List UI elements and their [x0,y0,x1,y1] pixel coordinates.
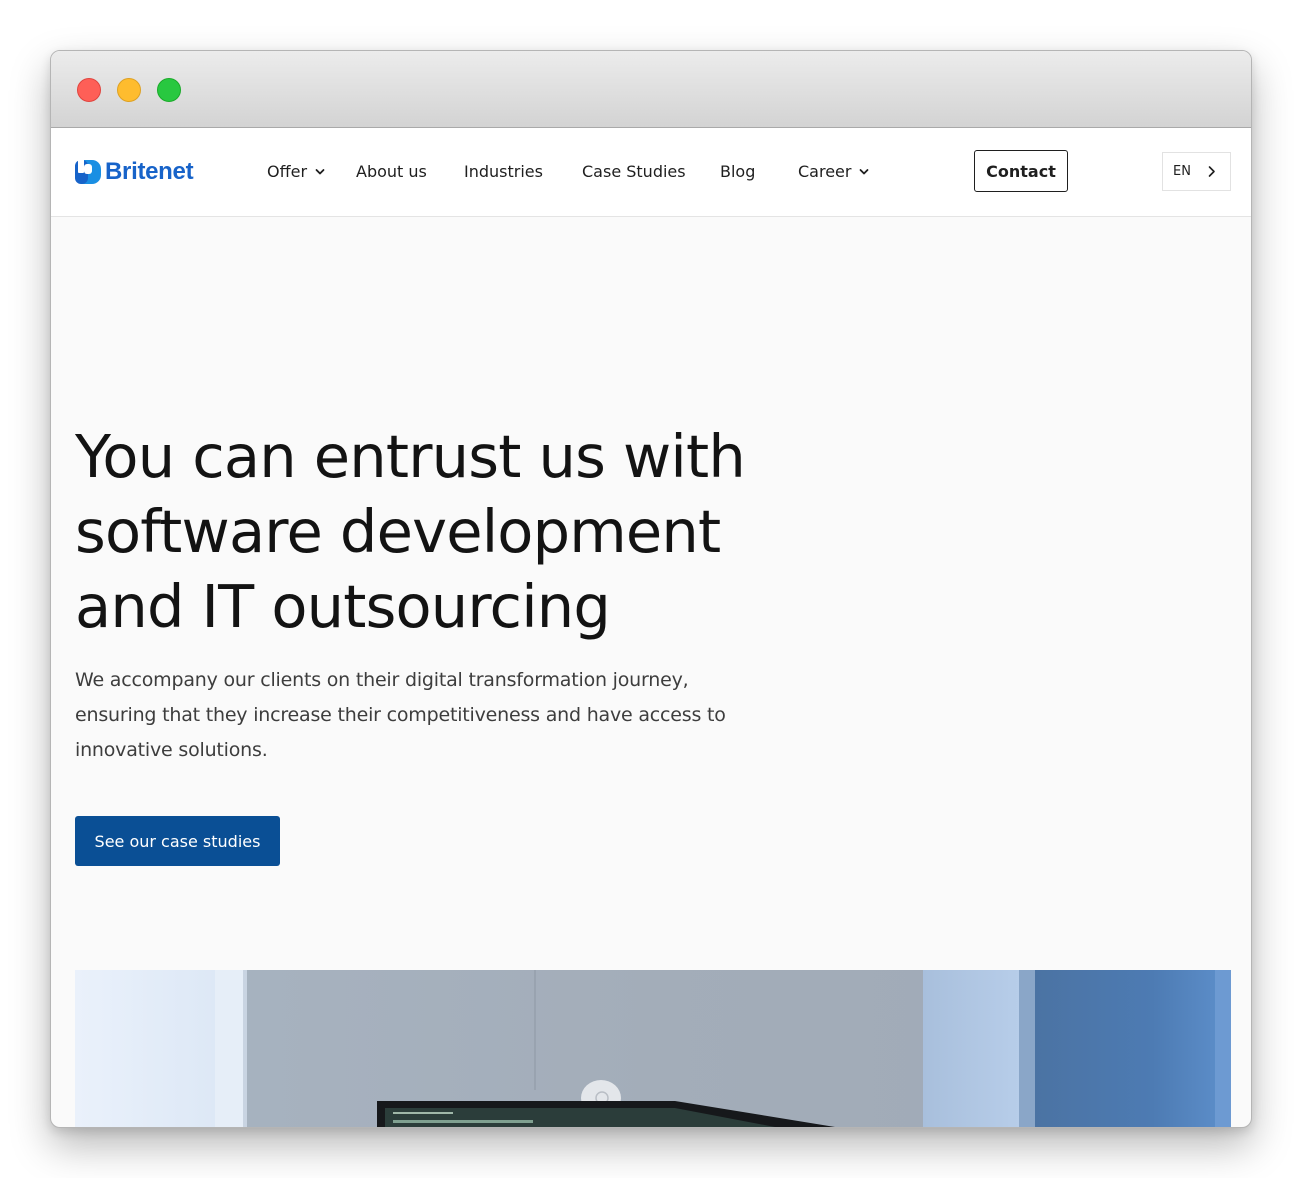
nav-item-label: Career [798,162,852,181]
nav-item-about-us[interactable]: About us [356,161,427,183]
see-case-studies-button[interactable]: See our case studies [75,816,280,866]
nav-item-industries[interactable]: Industries [464,161,543,183]
nav-item-label: Case Studies [582,162,686,181]
nav-item-case-studies[interactable]: Case Studies [582,161,686,183]
nav-item-career[interactable]: Career [798,161,870,183]
chevron-down-icon [315,169,325,175]
nav-item-offer[interactable]: Offer [267,161,326,183]
language-selector[interactable]: EN [1162,152,1231,191]
contact-button[interactable]: Contact [974,150,1068,192]
window-minimize-button[interactable] [117,78,141,102]
office-photo-illustration [75,970,1231,1127]
brand-name: Britenet [105,158,194,185]
nav-item-label: Blog [720,162,756,181]
britenet-logo[interactable]: Britenet [75,158,194,185]
hero-title: You can entrust us with software develop… [75,422,746,641]
window-close-button[interactable] [77,78,101,102]
hero-subtitle: We accompany our clients on their digita… [75,669,726,761]
language-code: EN [1173,164,1191,179]
nav-item-label: Offer [267,162,308,181]
nav-item-blog[interactable]: Blog [720,161,755,183]
britenet-logo-icon [75,159,101,184]
hero-office-image [75,970,1231,1127]
chevron-right-icon [1208,166,1215,177]
window-titlebar [51,51,1251,128]
chevron-down-icon [860,169,869,175]
nav-item-label: Industries [464,162,543,181]
site-header: Britenet Offer About us Industries Case … [51,128,1251,217]
nav-item-label: About us [356,162,427,181]
window-maximize-button[interactable] [157,78,181,102]
browser-window: Britenet Offer About us Industries Case … [50,50,1252,1128]
